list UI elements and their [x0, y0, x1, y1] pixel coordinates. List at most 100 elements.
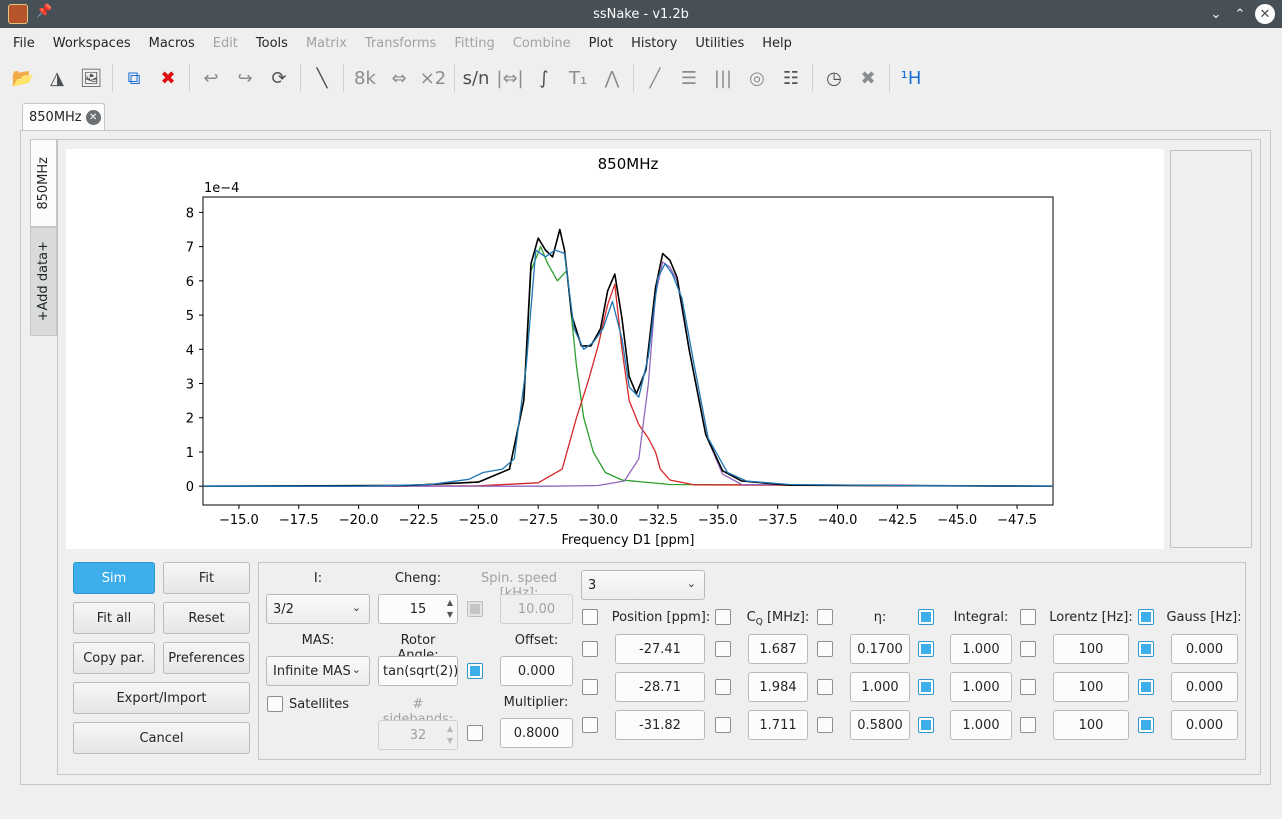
contour-icon[interactable]: ◎: [742, 63, 772, 93]
menu-file[interactable]: File: [4, 36, 44, 51]
reload-icon[interactable]: ⟳: [264, 63, 294, 93]
integral-icon[interactable]: ∫: [529, 63, 559, 93]
nmr-icon[interactable]: ◮: [42, 63, 72, 93]
position-fix-all-checkbox[interactable]: [582, 609, 598, 625]
maximize-icon[interactable]: ⌃: [1229, 3, 1251, 25]
menu-edit[interactable]: Edit: [204, 36, 247, 51]
offset-field[interactable]: 0.000: [500, 656, 573, 686]
cq-fix-checkbox[interactable]: [715, 679, 731, 695]
integral-fix-checkbox[interactable]: [918, 641, 934, 657]
redo-icon[interactable]: ↪: [230, 63, 260, 93]
integral-field[interactable]: 1.000: [950, 634, 1012, 664]
fit-button[interactable]: Fit: [163, 562, 250, 594]
spin-arrows-icon[interactable]: ▲ ▼: [447, 597, 453, 621]
eta-fix-checkbox[interactable]: [817, 679, 833, 695]
cq-fix-checkbox[interactable]: [715, 717, 731, 733]
export-import-button[interactable]: Export/Import: [73, 682, 250, 714]
copy-par-button[interactable]: Copy par.: [73, 642, 155, 674]
menu-workspaces[interactable]: Workspaces: [44, 36, 140, 51]
multi-icon[interactable]: ☷: [776, 63, 806, 93]
phase-icon[interactable]: ╲: [307, 63, 337, 93]
position-fix-checkbox[interactable]: [582, 641, 598, 657]
cheng-spinbox[interactable]: 15 ▲ ▼: [378, 594, 458, 624]
menu-macros[interactable]: Macros: [140, 36, 204, 51]
lorentz-field[interactable]: 100: [1053, 634, 1129, 664]
copy-icon[interactable]: ⧉: [119, 63, 149, 93]
minimize-icon[interactable]: ⌄: [1205, 3, 1227, 25]
cq-fix-all-checkbox[interactable]: [715, 609, 731, 625]
position-field[interactable]: -28.71: [615, 672, 705, 702]
eta-field[interactable]: 0.5800: [850, 710, 910, 740]
lorentz-fix-checkbox[interactable]: [1020, 679, 1036, 695]
integral-field[interactable]: 1.000: [950, 710, 1012, 740]
tab-add-data[interactable]: +Add data+: [30, 227, 57, 336]
integral-fix-all-checkbox[interactable]: [918, 609, 934, 625]
rotor-angle-checkbox[interactable]: [467, 663, 483, 679]
8k-icon[interactable]: 8k: [350, 63, 380, 93]
close-icon[interactable]: ✕: [1255, 4, 1275, 24]
fit-all-button[interactable]: Fit all: [73, 602, 155, 634]
open-icon[interactable]: 📂: [8, 63, 38, 93]
menu-help[interactable]: Help: [753, 36, 801, 51]
gauss-field[interactable]: 0.000: [1171, 634, 1238, 664]
stack-icon[interactable]: ☰: [674, 63, 704, 93]
peak-icon[interactable]: ⋀: [597, 63, 627, 93]
plot-canvas[interactable]: 850MHz 1e−4 Frequency D1 [ppm] −15.0 −17.5 −2…: [66, 149, 1164, 549]
rotor-angle-field[interactable]: tan(sqrt(2)): [378, 656, 458, 686]
pin-icon[interactable]: 📌: [36, 4, 52, 19]
cq-field[interactable]: 1.711: [748, 710, 808, 740]
image-icon[interactable]: 🖼: [76, 63, 106, 93]
cq-fix-checkbox[interactable]: [715, 641, 731, 657]
menu-transforms[interactable]: Transforms: [356, 36, 445, 51]
menu-combine[interactable]: Combine: [504, 36, 580, 51]
menu-fitting[interactable]: Fitting: [445, 36, 503, 51]
tab-850mhz[interactable]: 850MHz: [30, 139, 57, 227]
gauss-fix-checkbox[interactable]: [1138, 641, 1154, 657]
eta-field[interactable]: 0.1700: [850, 634, 910, 664]
gauss-field[interactable]: 0.000: [1171, 710, 1238, 740]
eta-fix-checkbox[interactable]: [817, 717, 833, 733]
lorentz-field[interactable]: 100: [1053, 710, 1129, 740]
cancel-button[interactable]: Cancel: [73, 722, 250, 754]
x2-icon[interactable]: ×2: [418, 63, 448, 93]
menu-plot[interactable]: Plot: [580, 36, 623, 51]
preferences-button[interactable]: Preferences: [163, 642, 250, 674]
snr-icon[interactable]: s/n: [461, 63, 491, 93]
nucleus-icon[interactable]: ¹H: [896, 63, 926, 93]
diagonal-icon[interactable]: ╱: [640, 63, 670, 93]
position-fix-checkbox[interactable]: [582, 717, 598, 733]
workspace-tab[interactable]: 850MHz ✕: [22, 103, 105, 131]
shift-icon[interactable]: ⇔: [384, 63, 414, 93]
multiplier-checkbox[interactable]: [467, 725, 483, 741]
gauss-fix-all-checkbox[interactable]: [1138, 609, 1154, 625]
integral-field[interactable]: 1.000: [950, 672, 1012, 702]
sim-button[interactable]: Sim: [73, 562, 155, 594]
eta-fix-checkbox[interactable]: [817, 641, 833, 657]
position-field[interactable]: -27.41: [615, 634, 705, 664]
eta-field[interactable]: 1.000: [850, 672, 910, 702]
gauss-fix-checkbox[interactable]: [1138, 679, 1154, 695]
integral-fix-checkbox[interactable]: [918, 717, 934, 733]
menu-utilities[interactable]: Utilities: [686, 36, 753, 51]
reset-button[interactable]: Reset: [163, 602, 250, 634]
fwhm-icon[interactable]: |⇔|: [495, 63, 525, 93]
lorentz-field[interactable]: 100: [1053, 672, 1129, 702]
delete-icon[interactable]: ✖: [153, 63, 183, 93]
lorentz-fix-checkbox[interactable]: [1020, 641, 1036, 657]
gauss-fix-checkbox[interactable]: [1138, 717, 1154, 733]
gauss-field[interactable]: 0.000: [1171, 672, 1238, 702]
mas-select[interactable]: Infinite MAS ⌄: [266, 656, 370, 686]
eta-fix-all-checkbox[interactable]: [817, 609, 833, 625]
spectrum-chart[interactable]: 850MHz 1e−4 Frequency D1 [ppm] −15.0 −17.5 −2…: [66, 149, 1164, 549]
array-icon[interactable]: |||: [708, 63, 738, 93]
position-fix-checkbox[interactable]: [582, 679, 598, 695]
satellites-checkbox[interactable]: [267, 696, 283, 712]
spin-i-select[interactable]: 3/2 ⌄: [266, 594, 370, 624]
lorentz-fix-checkbox[interactable]: [1020, 717, 1036, 733]
position-field[interactable]: -31.82: [615, 710, 705, 740]
menu-tools[interactable]: Tools: [247, 36, 297, 51]
undo-icon[interactable]: ↩: [196, 63, 226, 93]
menu-matrix[interactable]: Matrix: [297, 36, 356, 51]
menu-history[interactable]: History: [622, 36, 686, 51]
cross-icon[interactable]: ✖: [853, 63, 883, 93]
